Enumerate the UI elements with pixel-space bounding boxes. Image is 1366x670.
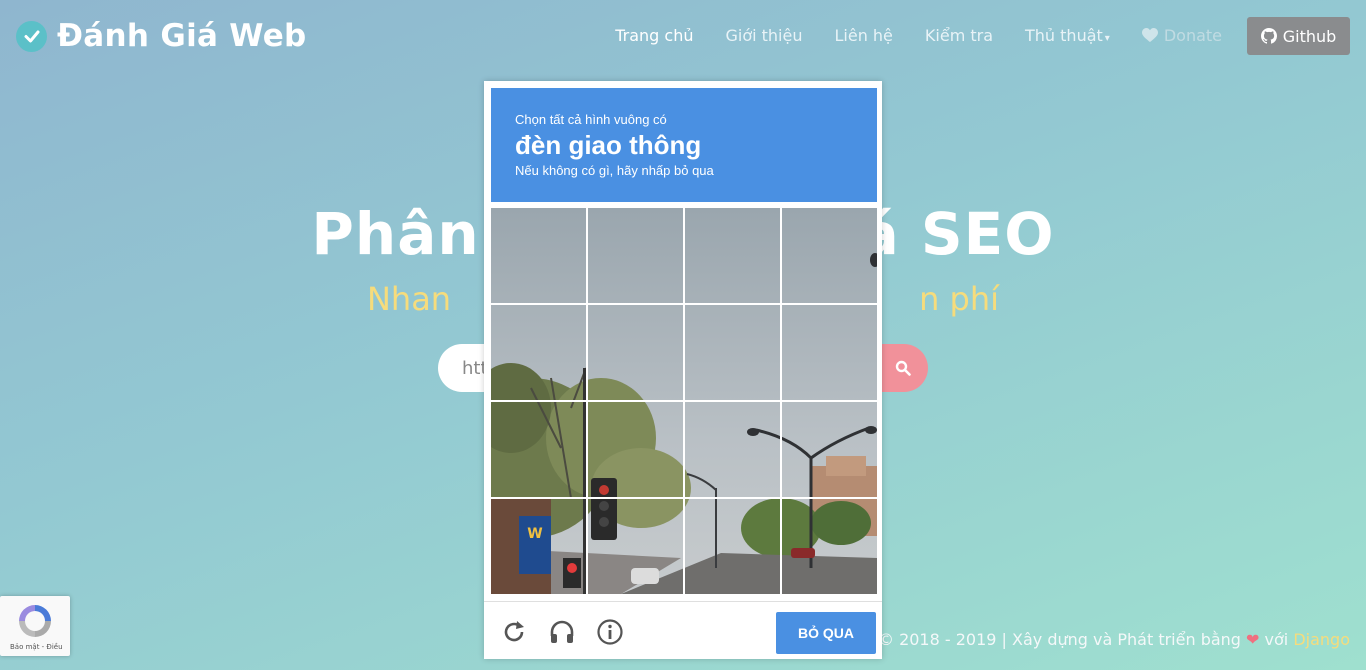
nav-item-donate-label: Donate — [1163, 26, 1222, 45]
captcha-tile[interactable] — [685, 402, 780, 497]
footer-text: © 2018 - 2019 | Xây dựng và Phát triển b… — [877, 630, 1241, 649]
captcha-tile[interactable] — [491, 402, 586, 497]
captcha-tile[interactable] — [782, 499, 877, 594]
brand-link[interactable]: Đánh Giá Web — [16, 18, 307, 54]
navbar: Đánh Giá Web Trang chủ Giới thiệu Liên h… — [0, 0, 1366, 72]
caret-down-icon: ▾ — [1104, 33, 1110, 44]
captcha-tile[interactable] — [491, 208, 586, 303]
nav-links: Trang chủ Giới thiệu Liên hệ Kiểm tra Th… — [615, 26, 1222, 45]
search-button[interactable] — [878, 344, 928, 392]
footer: © 2018 - 2019 | Xây dựng và Phát triển b… — [878, 630, 1350, 649]
captcha-tile[interactable] — [782, 208, 877, 303]
search-icon — [895, 360, 911, 376]
nav-item-tips[interactable]: Thủ thuật ▾ — [1025, 26, 1110, 45]
captcha-footer: BỎ QUA — [484, 601, 882, 660]
recaptcha-badge-text: Bảo mật - Điều — [10, 643, 63, 651]
nav-item-donate[interactable]: Donate — [1141, 26, 1222, 45]
reload-icon[interactable] — [500, 618, 528, 646]
captcha-dialog: Chọn tất cả hình vuông có đèn giao thông… — [484, 81, 882, 659]
footer-with: với — [1264, 630, 1289, 649]
brand-name: Đánh Giá Web — [57, 18, 307, 54]
grid-divider — [491, 400, 877, 402]
grid-divider — [491, 303, 877, 305]
heart-icon: ❤ — [1246, 630, 1260, 649]
skip-button[interactable]: BỎ QUA — [776, 612, 876, 654]
captcha-tile[interactable] — [588, 208, 683, 303]
recaptcha-badge[interactable]: Bảo mật - Điều — [0, 596, 70, 656]
captcha-tile[interactable] — [782, 305, 877, 400]
nav-item-contact[interactable]: Liên hệ — [834, 26, 892, 45]
captcha-tile[interactable] — [491, 499, 586, 594]
captcha-tile[interactable] — [685, 208, 780, 303]
captcha-tile[interactable] — [685, 499, 780, 594]
hero-subtitle-right: n phí — [919, 280, 1000, 318]
github-button[interactable]: Github — [1247, 17, 1350, 55]
captcha-tile[interactable] — [588, 402, 683, 497]
nav-item-home[interactable]: Trang chủ — [615, 26, 693, 45]
captcha-image-grid: W — [491, 208, 877, 594]
captcha-tile[interactable] — [588, 305, 683, 400]
github-label: Github — [1282, 26, 1337, 46]
captcha-target: đèn giao thông — [515, 130, 702, 160]
headphones-icon[interactable] — [548, 618, 576, 646]
captcha-instruction: Chọn tất cả hình vuông có — [515, 112, 667, 127]
captcha-tile[interactable] — [782, 402, 877, 497]
captcha-tile[interactable] — [685, 305, 780, 400]
heart-icon — [1141, 28, 1158, 42]
nav-item-tips-label: Thủ thuật — [1025, 26, 1103, 45]
captcha-header: Chọn tất cả hình vuông có đèn giao thông… — [491, 88, 877, 202]
nav-item-about[interactable]: Giới thiệu — [725, 26, 802, 45]
django-link[interactable]: Django — [1293, 630, 1350, 649]
github-icon — [1260, 28, 1277, 44]
check-circle-icon — [16, 20, 47, 52]
nav-item-check[interactable]: Kiểm tra — [925, 26, 993, 45]
captcha-hint: Nếu không có gì, hãy nhấp bỏ qua — [515, 163, 714, 178]
hero-subtitle-left: Nhan — [366, 280, 452, 318]
info-icon[interactable] — [596, 618, 624, 646]
recaptcha-logo-icon — [19, 605, 51, 637]
hero-title-right: á SEO — [859, 200, 1055, 268]
captcha-tile[interactable] — [588, 499, 683, 594]
grid-divider — [491, 497, 877, 499]
captcha-tile[interactable] — [491, 305, 586, 400]
